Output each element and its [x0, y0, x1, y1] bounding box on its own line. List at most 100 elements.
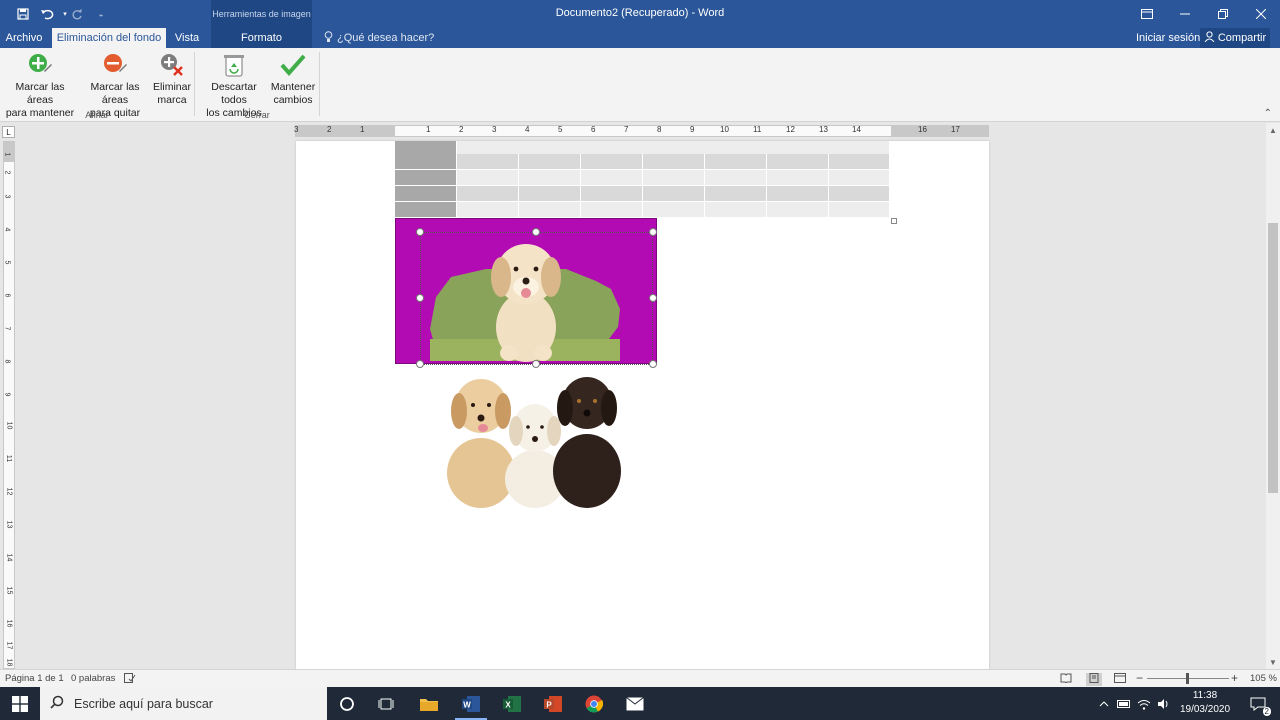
scrollbar-thumb[interactable] — [1268, 223, 1278, 493]
tab-selector[interactable]: L — [2, 126, 15, 138]
share-label: Compartir — [1217, 32, 1267, 44]
customize-icon[interactable]: ₌ — [91, 4, 111, 24]
scroll-up-icon[interactable]: ▲ — [1266, 123, 1280, 137]
mark-remove-icon — [101, 51, 129, 79]
excel-app-icon[interactable]: X — [492, 687, 532, 720]
volume-icon[interactable] — [1154, 687, 1174, 720]
three-puppies-photo — [447, 377, 621, 508]
tell-me-search[interactable]: ¿Qué desea hacer? — [324, 28, 434, 48]
person-icon — [1204, 31, 1215, 45]
resize-handle-top[interactable] — [532, 228, 540, 236]
notification-badge: 2 — [1262, 707, 1271, 716]
proofing-icon[interactable] — [124, 673, 136, 686]
scroll-down-icon[interactable]: ▼ — [1266, 655, 1280, 669]
clock-time: 11:38 — [1192, 690, 1218, 701]
ribbon: Marcar las áreas para mantener Marcar la… — [0, 48, 1280, 122]
resize-handle-right[interactable] — [649, 294, 657, 302]
resize-handle-left[interactable] — [416, 294, 424, 302]
ruler-number: 13 — [5, 520, 13, 529]
tab-archivo[interactable]: Archivo — [0, 28, 48, 48]
battery-icon[interactable] — [1114, 687, 1134, 720]
read-mode-icon[interactable] — [1060, 673, 1072, 686]
collapse-ribbon-icon[interactable]: ⌃ — [1264, 108, 1272, 119]
word-app-icon[interactable]: W — [451, 687, 491, 720]
tab-vista[interactable]: Vista — [170, 28, 204, 48]
word-count[interactable]: 0 palabras — [71, 673, 115, 684]
powerpoint-app-icon[interactable]: P — [533, 687, 573, 720]
mail-app-icon[interactable] — [615, 687, 655, 720]
save-icon[interactable] — [13, 4, 33, 24]
ruler-number: 17 — [5, 641, 13, 650]
ruler-number: 11 — [5, 454, 13, 463]
svg-text:X: X — [505, 700, 511, 709]
page-count[interactable]: Página 1 de 1 — [5, 673, 64, 684]
ribbon-display-options-icon[interactable] — [1128, 0, 1166, 28]
document-table[interactable] — [395, 141, 890, 218]
three-puppies-image[interactable] — [439, 373, 629, 508]
share-button[interactable]: Compartir — [1200, 28, 1270, 48]
vertical-scrollbar[interactable]: ▲ ▼ — [1266, 123, 1280, 669]
delete-mark-label-1: Eliminar — [153, 81, 191, 93]
group-separator — [194, 52, 195, 116]
table-row — [395, 202, 890, 217]
delete-mark-icon — [158, 51, 186, 79]
zoom-out-button[interactable]: − — [1136, 671, 1143, 685]
zoom-in-button[interactable]: + — [1231, 671, 1238, 685]
task-view-icon[interactable] — [366, 687, 406, 720]
redo-icon[interactable] — [67, 4, 87, 24]
minimize-icon[interactable] — [1166, 0, 1204, 28]
ruler-number: 9 — [3, 392, 11, 397]
resize-handle-bottom-left[interactable] — [416, 360, 424, 368]
horizontal-ruler[interactable]: 3 2 1 1 2 3 4 5 6 7 8 9 10 11 12 13 14 1… — [294, 125, 989, 137]
notification-center-icon[interactable]: 2 — [1242, 687, 1274, 720]
table-resize-handle[interactable] — [891, 218, 897, 224]
ruler-number: 8 — [3, 359, 11, 364]
ruler-number: 16 — [918, 125, 927, 134]
ruler-number: 5 — [558, 125, 563, 134]
ruler-number: 3 — [294, 125, 299, 134]
mark-keep-label-1: Marcar las áreas — [15, 81, 65, 106]
delete-mark-button[interactable]: Eliminar marca — [153, 51, 191, 107]
document-area: L 3 2 1 1 2 3 4 5 6 7 8 9 10 11 12 13 14… — [0, 123, 1280, 669]
wifi-icon[interactable] — [1134, 687, 1154, 720]
ruler-number: 17 — [951, 125, 960, 134]
tab-eliminacion-del-fondo[interactable]: Eliminación del fondo — [52, 28, 166, 48]
close-icon[interactable] — [1242, 0, 1280, 28]
ruler-margin-right — [891, 126, 988, 136]
table-row — [395, 186, 890, 201]
print-layout-icon[interactable] — [1086, 673, 1102, 686]
title-bar: ▾ ₌ Herramientas de imagen Documento2 (R… — [0, 0, 1280, 28]
resize-handle-bottom[interactable] — [532, 360, 540, 368]
ruler-number: 12 — [5, 487, 13, 496]
ruler-number: 8 — [657, 125, 662, 134]
keep-changes-button[interactable]: Mantener cambios — [271, 51, 315, 107]
resize-handle-top-left[interactable] — [416, 228, 424, 236]
ruler-number: 2 — [327, 125, 332, 134]
web-layout-icon[interactable] — [1114, 673, 1126, 686]
tab-formato[interactable]: Formato — [211, 28, 312, 48]
system-clock[interactable]: 11:38 19/03/2020 — [1176, 689, 1234, 717]
show-hidden-icons-icon[interactable] — [1094, 687, 1114, 720]
image-selection-frame[interactable] — [420, 232, 653, 365]
document-title: Documento2 (Recuperado) - Word — [555, 7, 725, 19]
windows-start-icon[interactable] — [0, 687, 40, 720]
chrome-app-icon[interactable] — [574, 687, 614, 720]
sign-in-link[interactable]: Iniciar sesión — [1136, 28, 1200, 48]
resize-handle-bottom-right[interactable] — [649, 360, 657, 368]
keep-changes-label-1: Mantener — [270, 81, 316, 93]
zoom-slider-thumb[interactable] — [1186, 673, 1189, 684]
ruler-number: 14 — [852, 125, 861, 134]
tell-me-label: ¿Qué desea hacer? — [337, 32, 435, 44]
undo-icon[interactable] — [37, 4, 57, 24]
svg-text:P: P — [546, 700, 552, 709]
taskbar-search[interactable]: Escribe aquí para buscar — [40, 687, 327, 720]
ruler-number: 10 — [720, 125, 729, 134]
restore-icon[interactable] — [1204, 0, 1242, 28]
document-page[interactable] — [296, 141, 989, 669]
vertical-ruler[interactable]: 1 2 3 4 5 6 7 8 9 10 11 12 13 14 15 16 1… — [3, 141, 15, 669]
zoom-level[interactable]: 105 % — [1250, 673, 1277, 684]
cortana-icon[interactable] — [327, 687, 367, 720]
resize-handle-top-right[interactable] — [649, 228, 657, 236]
file-explorer-icon[interactable] — [409, 687, 449, 720]
group-label-afinar: Afinar — [85, 110, 109, 120]
